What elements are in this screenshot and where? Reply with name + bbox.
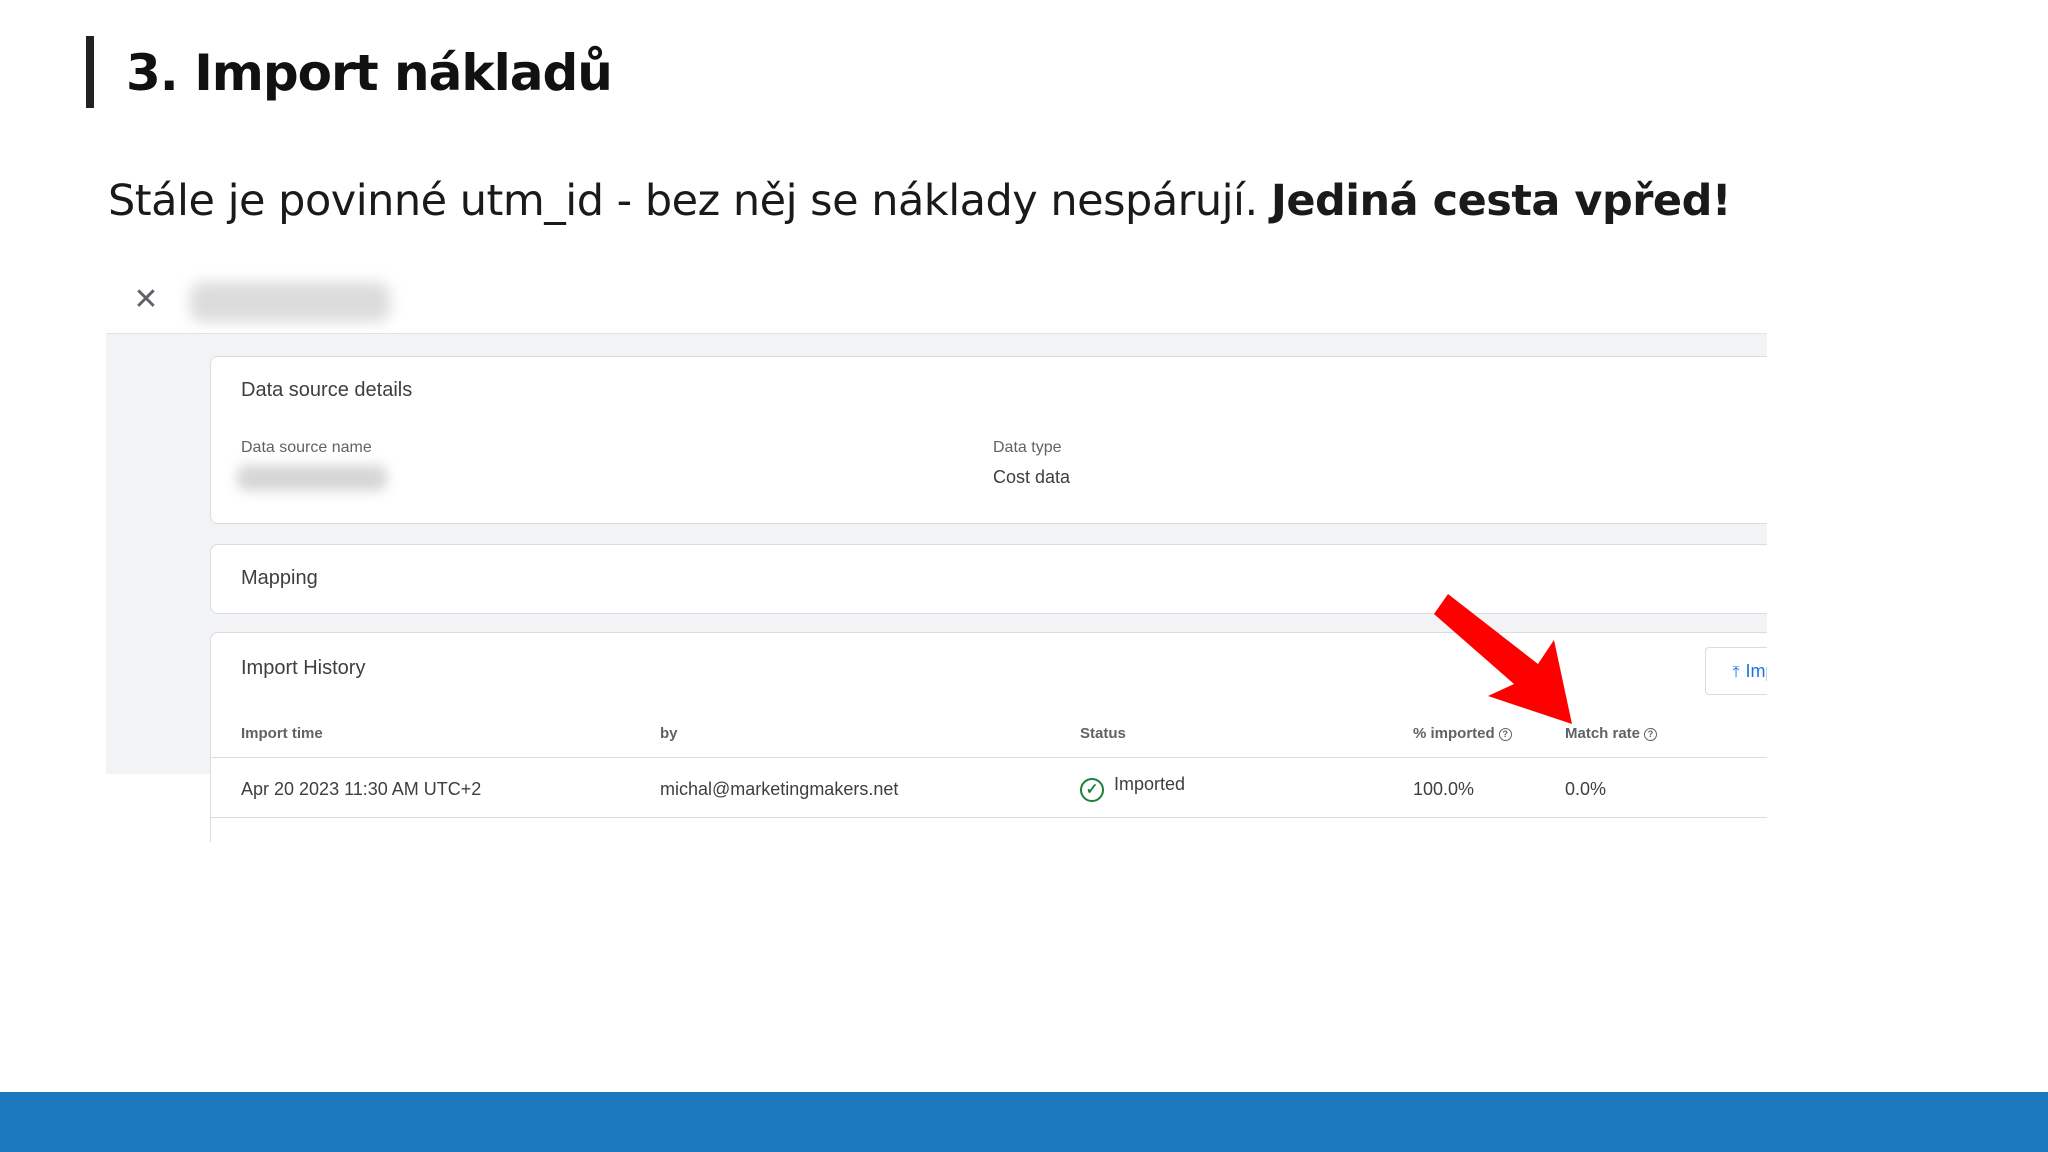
title-accent-bar <box>86 36 94 108</box>
details-title: Data source details <box>241 379 413 401</box>
row-divider <box>211 817 1767 818</box>
row-status-label: Imported <box>1114 774 1186 794</box>
subtitle-regular: Stále je povinné utm_id - bez něj se nák… <box>108 176 1271 226</box>
data-source-name-label: Data source name <box>241 439 372 456</box>
upload-icon: ⤒ <box>1732 664 1740 681</box>
slide-title: 3. Import nákladů <box>126 44 613 102</box>
slide-subtitle: Stále je povinné utm_id - bez něj se nák… <box>108 176 1731 226</box>
close-icon[interactable]: ✕ <box>126 280 166 320</box>
row-by: michal@marketingmakers.net <box>660 779 899 799</box>
ga4-screenshot: ✕ Data source details Data source name D… <box>106 266 1767 842</box>
data-type-label: Data type <box>993 439 1062 456</box>
footer-band <box>0 1092 2048 1152</box>
data-source-details-card: Data source details Data source name Dat… <box>210 356 1767 524</box>
import-now-label: Import now <box>1745 661 1767 681</box>
subtitle-bold: Jediná cesta vpřed! <box>1270 176 1732 226</box>
row-import-time: Apr 20 2023 11:30 AM UTC+2 <box>241 779 482 799</box>
row-imported: 100.0% <box>1413 779 1475 799</box>
row-match-rate: 0.0% <box>1565 779 1607 799</box>
body-edge <box>106 774 212 842</box>
import-now-button[interactable]: ⤒ Import now <box>1705 647 1767 695</box>
import-history-title: Import History <box>241 657 366 679</box>
check-circle-icon: ✓ <box>1080 778 1104 802</box>
header-divider <box>211 757 1767 758</box>
arrow-annotation <box>1434 594 1572 724</box>
col-by: by <box>660 725 678 742</box>
col-import-time: Import time <box>241 725 323 742</box>
col-status: Status <box>1080 725 1126 742</box>
data-type-value: Cost data <box>993 467 1071 487</box>
screenshot-header: ✕ <box>106 266 1767 334</box>
row-status: ✓ Imported <box>1080 774 1185 802</box>
mapping-title: Mapping <box>241 567 318 589</box>
blurred-data-source-name <box>237 465 387 491</box>
help-icon[interactable]: ? <box>1644 728 1658 741</box>
blurred-title <box>190 282 390 322</box>
